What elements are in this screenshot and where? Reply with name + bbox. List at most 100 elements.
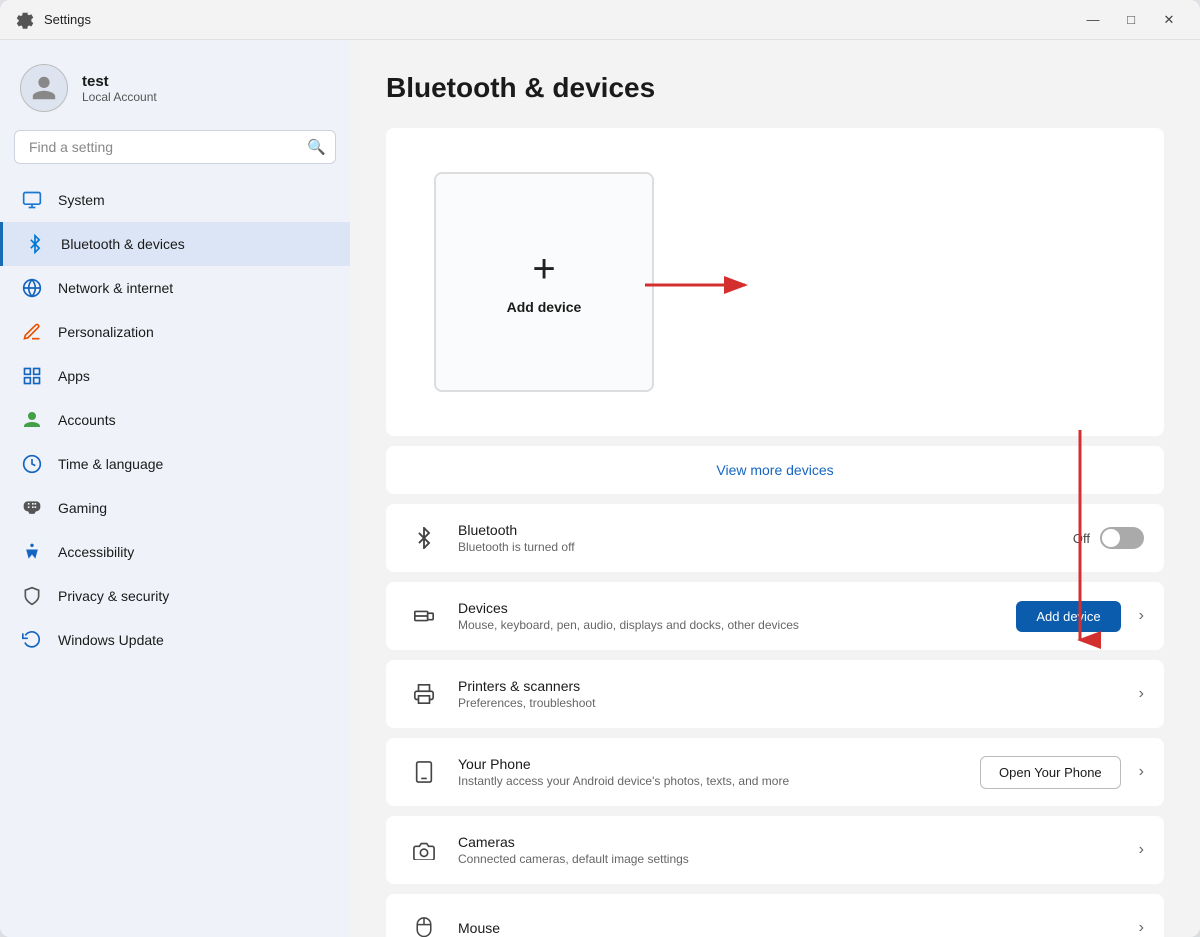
your-phone-setting-row: Your Phone Instantly access your Android… (386, 738, 1164, 806)
sidebar-item-network-label: Network & internet (58, 280, 173, 296)
maximize-button[interactable]: □ (1116, 9, 1146, 31)
sidebar-item-time-label: Time & language (58, 456, 163, 472)
devices-action: Add device › (1016, 601, 1144, 632)
add-device-box-label: Add device (507, 299, 582, 315)
sidebar-item-bluetooth-label: Bluetooth & devices (61, 236, 185, 252)
minimize-button[interactable]: — (1078, 9, 1108, 31)
view-more-label: View more devices (716, 462, 833, 478)
your-phone-row-card: Your Phone Instantly access your Android… (386, 738, 1164, 806)
sidebar-item-network[interactable]: Network & internet (0, 266, 350, 310)
devices-desc: Mouse, keyboard, pen, audio, displays an… (458, 618, 1016, 632)
add-device-box[interactable]: + Add device (434, 172, 654, 392)
devices-setting-row: Devices Mouse, keyboard, pen, audio, dis… (386, 582, 1164, 650)
update-icon (20, 628, 44, 652)
titlebar: Settings — □ ✕ (0, 0, 1200, 40)
titlebar-title: Settings (44, 12, 91, 27)
your-phone-desc: Instantly access your Android device's p… (458, 774, 980, 788)
user-avatar-icon (30, 74, 58, 102)
printers-desc: Preferences, troubleshoot (458, 696, 1131, 710)
printers-setting-row[interactable]: Printers & scanners Preferences, trouble… (386, 660, 1164, 728)
main-content: Bluetooth & devices + Add device View mo… (350, 40, 1200, 937)
time-icon (20, 452, 44, 476)
view-more-card[interactable]: View more devices (386, 446, 1164, 494)
cameras-icon (406, 832, 442, 868)
user-profile: test Local Account (0, 40, 350, 130)
mouse-setting-row[interactable]: Mouse › (386, 894, 1164, 937)
search-icon: 🔍 (307, 138, 326, 156)
your-phone-text: Your Phone Instantly access your Android… (458, 756, 980, 788)
bluetooth-toggle[interactable] (1100, 527, 1144, 549)
printers-action: › (1131, 685, 1144, 703)
sidebar-item-accessibility-label: Accessibility (58, 544, 134, 560)
printers-row-card: Printers & scanners Preferences, trouble… (386, 660, 1164, 728)
avatar (20, 64, 68, 112)
toggle-knob (1102, 529, 1120, 547)
search-input[interactable] (14, 130, 336, 164)
sidebar-item-privacy[interactable]: Privacy & security (0, 574, 350, 618)
gaming-icon (20, 496, 44, 520)
bluetooth-row-card: Bluetooth Bluetooth is turned off Off (386, 504, 1164, 572)
sidebar-item-accounts[interactable]: Accounts (0, 398, 350, 442)
bluetooth-action: Off (1073, 527, 1144, 549)
bluetooth-desc: Bluetooth is turned off (458, 540, 1073, 554)
sidebar-item-gaming-label: Gaming (58, 500, 107, 516)
page-title: Bluetooth & devices (386, 72, 1164, 104)
sidebar-item-system[interactable]: System (0, 178, 350, 222)
sidebar-item-apps-label: Apps (58, 368, 90, 384)
titlebar-controls: — □ ✕ (1078, 9, 1184, 31)
user-info: test Local Account (82, 73, 157, 104)
sidebar-item-privacy-label: Privacy & security (58, 588, 169, 604)
close-button[interactable]: ✕ (1154, 9, 1184, 31)
devices-add-button[interactable]: Add device (1016, 601, 1120, 632)
network-icon (20, 276, 44, 300)
sidebar-item-personalization-label: Personalization (58, 324, 154, 340)
sidebar-item-personalization[interactable]: Personalization (0, 310, 350, 354)
sidebar: test Local Account 🔍 System (0, 40, 350, 937)
cameras-row-card: Cameras Connected cameras, default image… (386, 816, 1164, 884)
personalization-icon (20, 320, 44, 344)
accessibility-icon (20, 540, 44, 564)
bluetooth-toggle-label: Off (1073, 531, 1090, 546)
settings-window: Settings — □ ✕ test Local Account (0, 0, 1200, 937)
mouse-name: Mouse (458, 920, 1131, 936)
sidebar-item-system-label: System (58, 192, 105, 208)
sidebar-item-accessibility[interactable]: Accessibility (0, 530, 350, 574)
sidebar-item-gaming[interactable]: Gaming (0, 486, 350, 530)
your-phone-chevron-icon: › (1139, 763, 1144, 781)
sidebar-item-update[interactable]: Windows Update (0, 618, 350, 662)
sidebar-item-apps[interactable]: Apps (0, 354, 350, 398)
cameras-text: Cameras Connected cameras, default image… (458, 834, 1131, 866)
mouse-action: › (1131, 919, 1144, 937)
sidebar-item-bluetooth[interactable]: Bluetooth & devices (0, 222, 350, 266)
account-type: Local Account (82, 90, 157, 104)
cameras-action: › (1131, 841, 1144, 859)
your-phone-icon (406, 754, 442, 790)
settings-icon (16, 11, 34, 29)
username: test (82, 73, 157, 90)
system-icon (20, 188, 44, 212)
bluetooth-text: Bluetooth Bluetooth is turned off (458, 522, 1073, 554)
sidebar-item-time[interactable]: Time & language (0, 442, 350, 486)
apps-icon (20, 364, 44, 388)
open-your-phone-button[interactable]: Open Your Phone (980, 756, 1121, 789)
your-phone-name: Your Phone (458, 756, 980, 772)
sidebar-item-update-label: Windows Update (58, 632, 164, 648)
bluetooth-icon (23, 232, 47, 256)
bluetooth-row-icon (406, 520, 442, 556)
devices-row-card: Devices Mouse, keyboard, pen, audio, dis… (386, 582, 1164, 650)
printers-icon (406, 676, 442, 712)
devices-text: Devices Mouse, keyboard, pen, audio, dis… (458, 600, 1016, 632)
search-container: 🔍 (14, 130, 336, 164)
sidebar-item-accounts-label: Accounts (58, 412, 116, 428)
cameras-setting-row[interactable]: Cameras Connected cameras, default image… (386, 816, 1164, 884)
mouse-icon (406, 910, 442, 937)
mouse-text: Mouse (458, 920, 1131, 936)
cameras-chevron-icon: › (1139, 841, 1144, 859)
devices-name: Devices (458, 600, 1016, 616)
add-device-card: + Add device (386, 128, 1164, 436)
accounts-icon (20, 408, 44, 432)
cameras-desc: Connected cameras, default image setting… (458, 852, 1131, 866)
your-phone-action: Open Your Phone › (980, 756, 1144, 789)
privacy-icon (20, 584, 44, 608)
add-device-plus-icon: + (532, 249, 555, 289)
